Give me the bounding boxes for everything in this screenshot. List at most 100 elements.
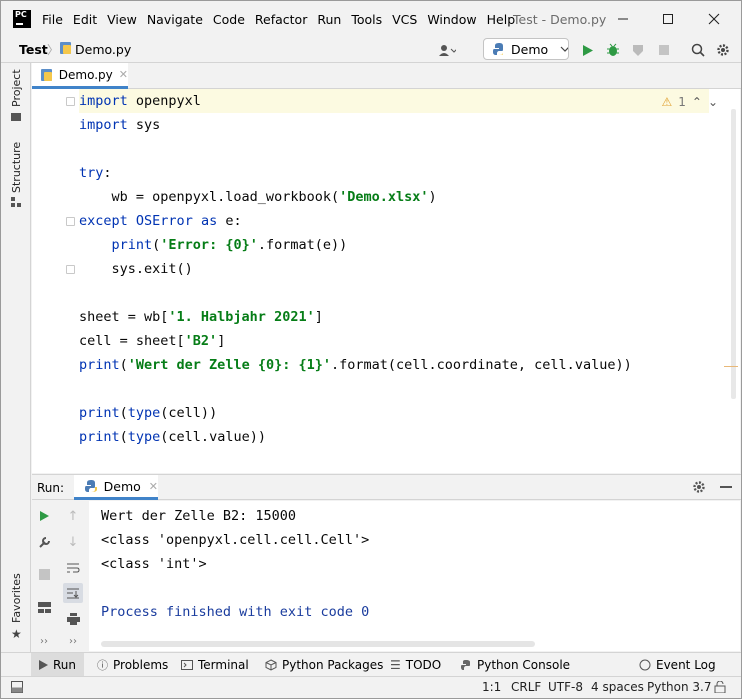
code-token: sheet = wb[ (79, 309, 169, 325)
error-stripe-marker[interactable] (724, 366, 738, 367)
tool-tab-problems[interactable]: ⓘ Problems (97, 653, 168, 677)
chevron-up-icon[interactable]: ⌃ (692, 95, 702, 109)
breadcrumb-file[interactable]: Demo.py (75, 42, 131, 57)
code-line[interactable]: print(type(cell)) (79, 401, 217, 425)
tool-tab-label: Python Console (477, 658, 571, 672)
project-tool-button[interactable]: Project (10, 69, 23, 107)
console-line: <class 'openpyxl.cell.cell.Cell'> (101, 532, 370, 548)
minimize-button[interactable] (608, 7, 638, 31)
rerun-button[interactable] (34, 506, 54, 526)
code-editor[interactable]: import openpyxl import sys try: wb = openp… (32, 89, 740, 473)
menu-help[interactable]: Help (487, 12, 516, 27)
line-separator[interactable]: CRLF (511, 680, 541, 694)
code-token: ( (119, 357, 128, 373)
coverage-button[interactable] (629, 41, 647, 59)
menu-run[interactable]: Run (317, 12, 341, 27)
close-tab-icon[interactable]: ✕ (119, 68, 128, 81)
tool-tab-label: Terminal (198, 658, 249, 672)
close-tab-icon[interactable]: ✕ (149, 480, 158, 493)
lock-icon[interactable] (714, 680, 726, 696)
fold-marker-icon[interactable] (66, 97, 75, 106)
scroll-to-end-icon[interactable] (63, 583, 83, 603)
chevron-down-icon[interactable]: ⌄ (708, 95, 718, 109)
menu-view[interactable]: View (107, 12, 137, 27)
stop-button[interactable] (34, 564, 54, 584)
run-configuration-dropdown[interactable]: Demo (483, 38, 569, 60)
code-line[interactable]: sheet = wb['1. Halbjahr 2021'] (79, 305, 323, 329)
vcs-user-icon[interactable] (438, 41, 456, 59)
warning-icon: ⚠ (661, 95, 673, 109)
code-token: print (79, 429, 120, 445)
gear-icon[interactable] (692, 480, 706, 497)
gear-icon (717, 44, 729, 56)
code-token: try (79, 165, 104, 181)
fold-marker-icon[interactable] (66, 217, 75, 226)
close-button[interactable] (699, 7, 729, 31)
layout-icon[interactable] (34, 597, 54, 617)
code-line[interactable]: except OSError as e: (79, 209, 242, 233)
search-everywhere-button[interactable] (689, 41, 707, 59)
code-token: ( (119, 405, 128, 421)
code-line[interactable]: try: (79, 161, 112, 185)
soft-wrap-icon[interactable] (63, 558, 83, 578)
menu-tools[interactable]: Tools (351, 12, 382, 27)
breadcrumb-project[interactable]: Test (19, 42, 48, 57)
code-token: ] (217, 333, 226, 349)
editor-tab-demo-py[interactable]: Demo.py ✕ (32, 63, 128, 89)
editor-scrollbar[interactable] (731, 109, 736, 399)
file-encoding[interactable]: UTF-8 (548, 680, 583, 694)
scroll-up-icon[interactable]: ↑ (63, 506, 83, 526)
code-line[interactable]: import sys (79, 113, 160, 137)
tool-tab-run[interactable]: Run (31, 653, 85, 677)
code-line[interactable]: print('Wert der Zelle {0}: {1}'.format(c… (79, 353, 632, 377)
menu-vcs[interactable]: VCS (392, 12, 417, 27)
python-icon (85, 480, 97, 492)
structure-tool-button[interactable]: Structure (10, 142, 23, 193)
python-interpreter[interactable]: Python 3.7 (647, 680, 712, 694)
run-tab-demo[interactable]: Demo ✕ (74, 475, 158, 500)
python-file-icon (59, 41, 72, 58)
code-token: (cell.value)) (160, 429, 266, 445)
console-horizontal-scrollbar[interactable] (101, 641, 535, 647)
code-line[interactable]: import openpyxl (79, 89, 201, 113)
print-icon[interactable] (63, 609, 83, 629)
code-line[interactable]: print(type(cell.value)) (79, 425, 266, 449)
tool-tab-event-log[interactable]: Event Log (639, 653, 716, 677)
code-line[interactable]: print('Error: {0}'.format(e)) (79, 233, 348, 257)
scroll-down-icon[interactable]: ↓ (63, 532, 83, 552)
wrench-icon[interactable] (34, 532, 54, 552)
more-actions-icon[interactable]: ›› (63, 631, 83, 651)
more-actions-icon[interactable]: ›› (34, 631, 54, 651)
tool-tab-terminal[interactable]: Terminal (181, 653, 249, 677)
tool-tab-python-console[interactable]: Python Console (460, 653, 570, 677)
run-button[interactable] (579, 41, 597, 59)
inspection-widget[interactable]: ⚠ 1 ⌃ ⌄ (661, 95, 718, 109)
minimize-icon (618, 18, 628, 20)
tool-tab-todo[interactable]: ☰ TODO (390, 653, 441, 677)
debug-button[interactable] (604, 41, 622, 59)
code-line[interactable]: cell = sheet['B2'] (79, 329, 225, 353)
settings-button[interactable] (714, 41, 732, 59)
hide-panel-icon[interactable] (720, 486, 732, 488)
tool-tab-python-packages[interactable]: Python Packages (265, 653, 383, 677)
code-token: print (111, 237, 153, 253)
menu-edit[interactable]: Edit (73, 12, 97, 27)
menu-file[interactable]: File (42, 12, 63, 27)
menu-code[interactable]: Code (213, 12, 245, 27)
run-console-output[interactable]: Wert der Zelle B2: 15000 <class 'openpyx… (89, 501, 740, 651)
code-line[interactable]: sys.exit() (79, 257, 193, 281)
menu-refactor[interactable]: Refactor (255, 12, 307, 27)
maximize-icon (663, 14, 673, 24)
code-line[interactable]: wb = openpyxl.load_workbook('Demo.xlsx') (79, 185, 437, 209)
caret-position[interactable]: 1:1 (482, 680, 501, 694)
favorites-tool-button[interactable]: Favorites (10, 573, 23, 623)
toggle-tool-windows-icon[interactable] (11, 681, 23, 696)
menu-window[interactable]: Window (427, 12, 476, 27)
code-token: : (103, 165, 112, 181)
maximize-button[interactable] (653, 7, 683, 31)
tool-window-bar: Run ⓘ Problems Terminal Python Packages … (1, 652, 741, 677)
indent-setting[interactable]: 4 spaces (591, 680, 644, 694)
stop-button[interactable] (655, 41, 673, 59)
fold-marker-icon[interactable] (66, 265, 75, 274)
menu-navigate[interactable]: Navigate (147, 12, 203, 27)
